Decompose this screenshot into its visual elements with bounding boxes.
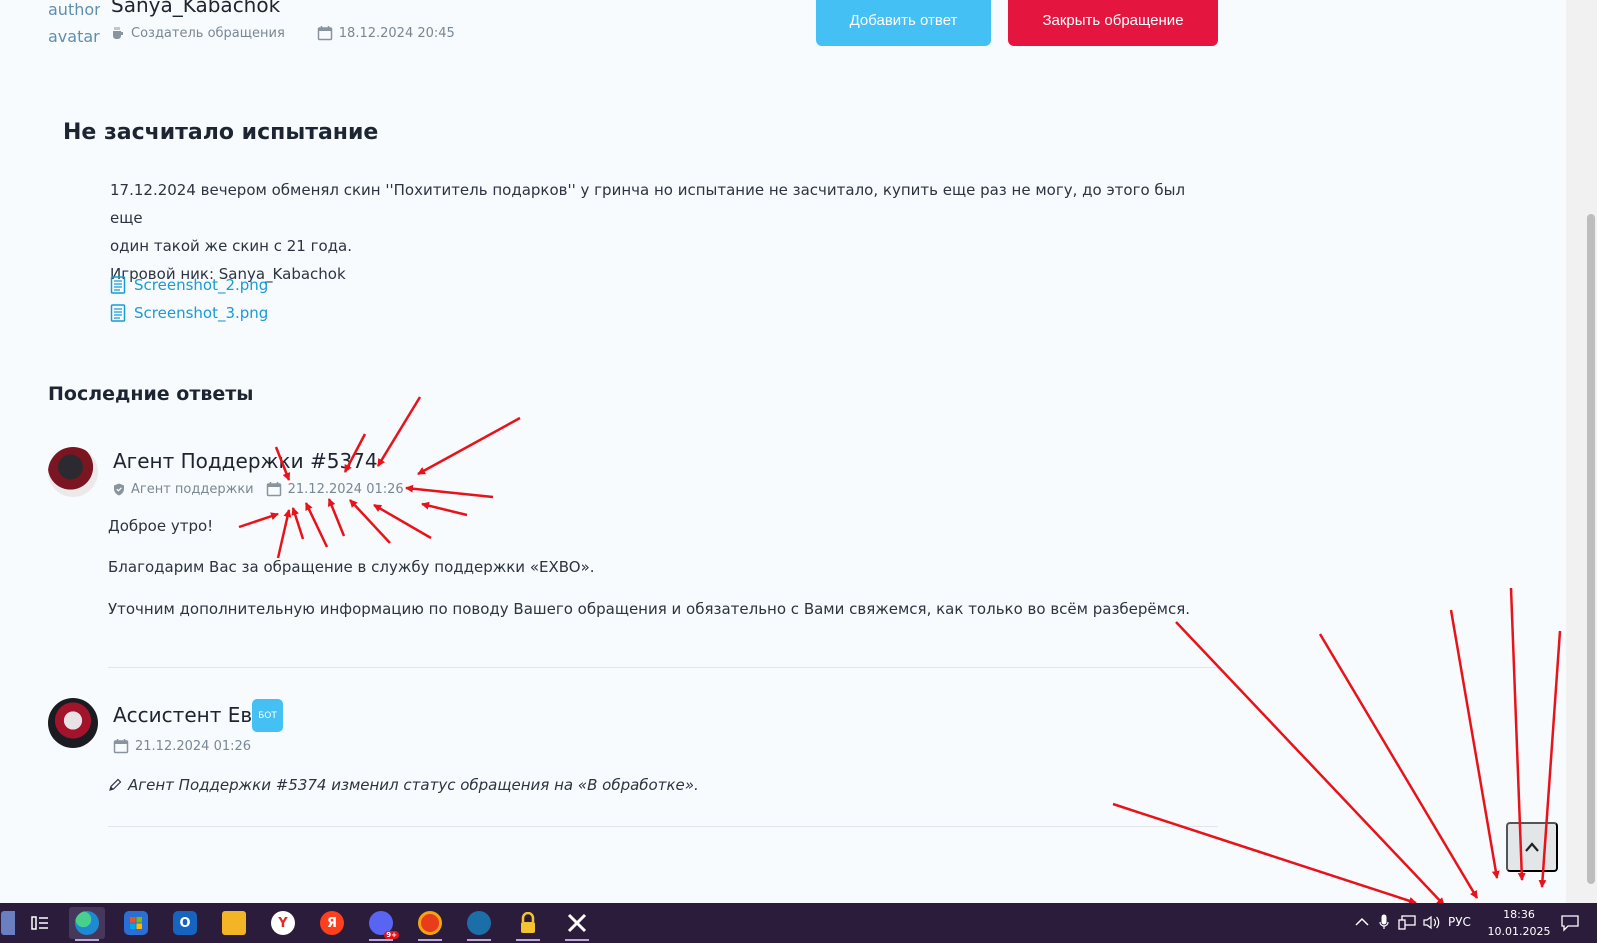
ticket-page: author avatar Sanya_Kabachok Создатель о… xyxy=(0,0,1566,903)
author-name: Sanya_Kabachok xyxy=(111,0,281,17)
taskbar-clock[interactable]: 18:36 10.01.2025 xyxy=(1484,906,1554,940)
outlook-taskbar-button[interactable]: O xyxy=(167,907,203,939)
calendar-icon xyxy=(266,482,281,497)
vpn-lock-icon xyxy=(521,912,535,933)
steam-icon xyxy=(467,911,491,935)
discord-taskbar-button[interactable]: 9+ xyxy=(363,907,399,941)
attachment-link[interactable]: Screenshot_2.png xyxy=(110,276,268,294)
status-change-line: Агент Поддержки #5374 изменил статус обр… xyxy=(108,776,699,794)
ticket-body-line: один такой же скин с 21 года. xyxy=(110,237,352,255)
attachment-name[interactable]: Screenshot_3.png xyxy=(134,304,268,322)
author-avatar-alt: author avatar xyxy=(48,0,100,46)
notification-icon[interactable] xyxy=(1560,914,1580,932)
steam-taskbar-button[interactable] xyxy=(461,907,497,941)
explorer-taskbar-button[interactable] xyxy=(216,907,252,939)
yandex-taskbar-button[interactable]: Я xyxy=(314,907,350,939)
yandex-browser-icon: Y xyxy=(271,911,295,935)
app-orange-icon xyxy=(418,911,442,935)
chevron-up-icon[interactable] xyxy=(1355,917,1369,927)
store-taskbar-button[interactable] xyxy=(118,907,154,939)
reply-role: Агент поддержки xyxy=(131,481,254,497)
author-meta: Создатель обращения 18.12.2024 20:45 xyxy=(111,25,455,41)
running-indicator xyxy=(369,939,393,941)
clock-date: 10.01.2025 xyxy=(1487,925,1551,938)
document-icon xyxy=(110,276,126,294)
agent-avatar xyxy=(48,447,98,497)
ticket-body-line: Игровой ник: Sanya_Kabachok xyxy=(110,265,346,283)
status-change-text: Агент Поддержки #5374 изменил статус обр… xyxy=(128,776,699,794)
task-view-icon xyxy=(31,916,48,930)
reply-text: Благодарим Вас за обращение в службу под… xyxy=(108,558,595,576)
vpn-taskbar-button[interactable] xyxy=(510,907,546,941)
reply-text: Уточним дополнительную информацию по пов… xyxy=(108,600,1190,618)
yandex-browser-taskbar-button[interactable]: Y xyxy=(265,907,301,939)
author-role: Создатель обращения xyxy=(131,25,285,41)
mug-icon xyxy=(113,27,123,39)
discord-notification-badge: 9+ xyxy=(384,931,399,939)
calendar-icon xyxy=(317,26,333,41)
scroll-to-top-button[interactable] xyxy=(1506,822,1558,872)
edge-taskbar-button[interactable] xyxy=(69,907,105,941)
edge-icon xyxy=(75,911,99,935)
explorer-icon xyxy=(222,911,246,935)
bot-badge: БОТ xyxy=(252,699,283,732)
replies-heading: Последние ответы xyxy=(48,383,254,405)
store-icon xyxy=(124,911,148,935)
active-indicator xyxy=(75,939,99,941)
close-ticket-button[interactable]: Закрыть обращение xyxy=(1008,0,1218,46)
network-icon[interactable] xyxy=(1398,915,1416,930)
microphone-icon[interactable] xyxy=(1379,914,1389,930)
language-indicator[interactable]: РУС xyxy=(1448,915,1471,929)
attachment-link[interactable]: Screenshot_3.png xyxy=(110,304,268,322)
tools-taskbar-button[interactable] xyxy=(559,907,595,941)
chevron-up-icon xyxy=(1525,842,1539,852)
running-indicator xyxy=(418,939,442,941)
calendar-icon xyxy=(113,739,129,754)
widgets-icon[interactable] xyxy=(0,907,16,939)
reply-meta: Агент поддержки 21.12.2024 01:26 xyxy=(113,481,404,497)
orange-app-taskbar-button[interactable] xyxy=(412,907,448,941)
add-reply-button[interactable]: Добавить ответ xyxy=(816,0,991,46)
reply-date: 21.12.2024 01:26 xyxy=(135,738,252,754)
bot-avatar xyxy=(48,698,98,748)
running-indicator xyxy=(565,939,589,941)
ticket-created-date: 18.12.2024 20:45 xyxy=(338,25,455,41)
divider xyxy=(108,826,1218,827)
author-avatar: author avatar xyxy=(48,0,100,58)
clock-time: 18:36 xyxy=(1503,908,1535,921)
attachment-name[interactable]: Screenshot_2.png xyxy=(134,276,268,294)
task-view-button[interactable] xyxy=(22,907,58,939)
ticket-body: 17.12.2024 вечером обменял скин ''Похити… xyxy=(110,176,1190,288)
reply-date: 21.12.2024 01:26 xyxy=(287,481,404,497)
reply-meta: 21.12.2024 01:26 xyxy=(113,738,251,754)
pencil-icon xyxy=(109,778,122,791)
reply-text: Доброе утро! xyxy=(108,517,214,535)
reply-author: Ассистент Ева xyxy=(113,703,265,727)
shield-icon xyxy=(114,483,124,495)
ticket-body-line: 17.12.2024 вечером обменял скин ''Похити… xyxy=(110,181,1186,227)
scrollbar-thumb[interactable] xyxy=(1587,214,1595,884)
discord-icon: 9+ xyxy=(369,911,399,939)
document-icon xyxy=(110,304,126,322)
running-indicator xyxy=(467,939,491,941)
outlook-icon: O xyxy=(173,911,197,935)
divider xyxy=(108,667,1218,668)
running-indicator xyxy=(516,939,540,941)
reply-author: Агент Поддержки #5374 xyxy=(113,449,378,473)
yandex-icon: Я xyxy=(320,911,344,935)
volume-icon[interactable] xyxy=(1423,915,1441,930)
tools-icon xyxy=(567,913,587,933)
ticket-title: Не засчитало испытание xyxy=(63,120,379,145)
